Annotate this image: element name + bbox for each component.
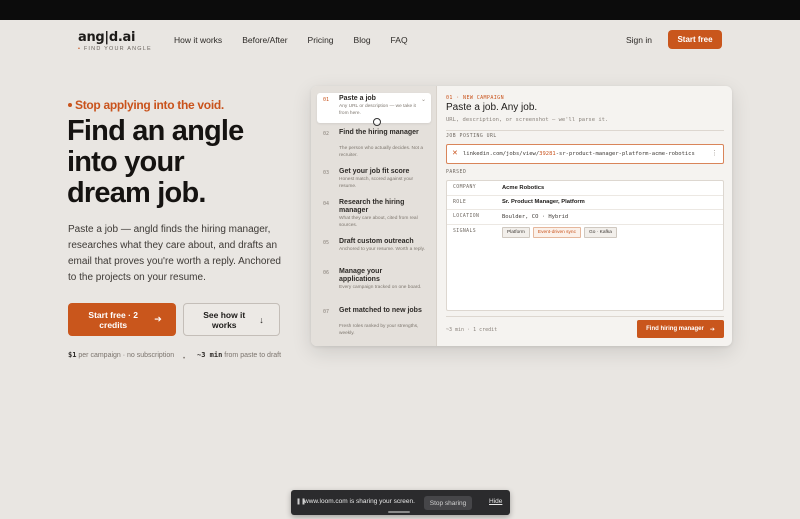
campaign-pane: 01 · NEW CAMPAIGN Paste a job. Any job. … [437,86,732,346]
nav-link-blog[interactable]: Blog [354,35,371,45]
signal-chip: Platform [502,226,530,238]
pane-subtitle: URL, description, or screenshot — we'll … [446,117,609,123]
headline-line-1: Find an angle [67,115,244,147]
job-url-input[interactable]: ✕ linkedin.com/jobs/view/39281-sr-produc… [446,144,724,164]
clear-icon[interactable]: ✕ [452,149,458,157]
nav-link-how-it-works[interactable]: How it works [174,35,222,45]
cost-footer: ~3 min · 1 credit [446,327,498,333]
logo[interactable]: ang|d.ai • FIND YOUR ANGLE [78,30,152,52]
parsed-details: COMPANY Acme Robotics ROLE Sr. Product M… [446,180,724,311]
nav-link-before-after[interactable]: Before/After [242,35,287,45]
pane-eyebrow: 01 · NEW CAMPAIGN [446,95,504,101]
parsed-row-role: ROLE Sr. Product Manager, Platform [447,196,723,210]
app-preview-card: 01 Paste a job Any URL or description — … [311,86,732,346]
more-icon[interactable]: ⋮ [711,149,718,157]
screen-share-bar: ❚❚ www.loom.com is sharing your screen. … [291,490,510,515]
stat-time-text: from paste to draft [224,352,282,359]
signal-chip: Event-driven sync [532,226,581,238]
logo-tagline: • FIND YOUR ANGLE [78,46,152,52]
divider [446,130,724,131]
stat-separator: • [183,356,186,362]
stop-sharing-button[interactable]: Stop sharing [424,496,472,510]
parsed-label: PARSED [446,170,467,175]
job-url-value: linkedin.com/jobs/view/39281-sr-product-… [463,151,695,157]
logo-text: ang|d.ai [78,30,136,45]
signal-chip: Go · Kafka [584,226,617,238]
arrow-right-icon: ➔ [709,326,715,333]
step-item-paste-job[interactable]: 01 Paste a job Any URL or description — … [317,93,431,126]
nav-link-pricing[interactable]: Pricing [308,35,334,45]
hero-subtext: Paste a job — angld finds the hiring man… [68,224,281,283]
arrow-down-icon: ↓ [259,314,264,325]
sign-in-link[interactable]: Sign in [626,35,652,45]
hide-button[interactable]: Hide [489,498,502,505]
sharing-message: www.loom.com is sharing your screen. [304,498,415,505]
stat-price-value: $1 [68,351,77,359]
cursor-icon [373,118,381,126]
site-nav: ang|d.ai • FIND YOUR ANGLE How it works … [0,20,800,62]
start-free-button[interactable]: Start free · 2 credits ➔ [68,303,176,336]
parsed-row-location: LOCATION Boulder, CO · Hybrid [447,210,723,225]
see-how-it-works-button[interactable]: See how it works ↓ [183,303,280,336]
stat-price: $1 per campaign · no subscription [68,350,178,361]
find-hiring-manager-button[interactable]: Find hiring manager ➔ [637,320,724,338]
browser-top-bar [0,0,800,20]
start-free-label: Start free · 2 credits [88,309,139,330]
url-label: JOB POSTING URL [446,134,497,139]
steps-sidebar: 01 Paste a job Any URL or description — … [311,86,437,346]
divider [446,316,724,317]
stat-time: ~3 min from paste to draft [197,350,287,361]
stat-price-text: per campaign · no subscription [78,352,175,359]
drag-handle[interactable] [388,511,410,513]
stat-time-value: ~3 min [197,351,223,359]
signal-chips: Platform Event-driven sync Go · Kafka [502,226,617,238]
hero-headline: Find an angle into your dream job. [67,116,297,209]
hero-eyebrow: Stop applying into the void. [68,98,224,112]
headline-line-3: dream job. [67,177,206,209]
nav-link-faq[interactable]: FAQ [391,35,408,45]
start-free-nav-button[interactable]: Start free [668,30,722,49]
headline-line-2: into your [67,146,185,178]
bullet-dot-icon [68,102,72,107]
chevron-down-icon: ⌄ [420,97,426,103]
nav-links: How it works Before/After Pricing Blog F… [174,35,428,45]
arrow-right-icon: ➔ [154,314,162,324]
parsed-row-signals: SIGNALS Platform Event-driven sync Go · … [447,225,723,240]
see-how-label: See how it works [203,309,246,330]
pane-title: Paste a job. Any job. [446,102,538,113]
parsed-row-company: COMPANY Acme Robotics [447,181,723,196]
